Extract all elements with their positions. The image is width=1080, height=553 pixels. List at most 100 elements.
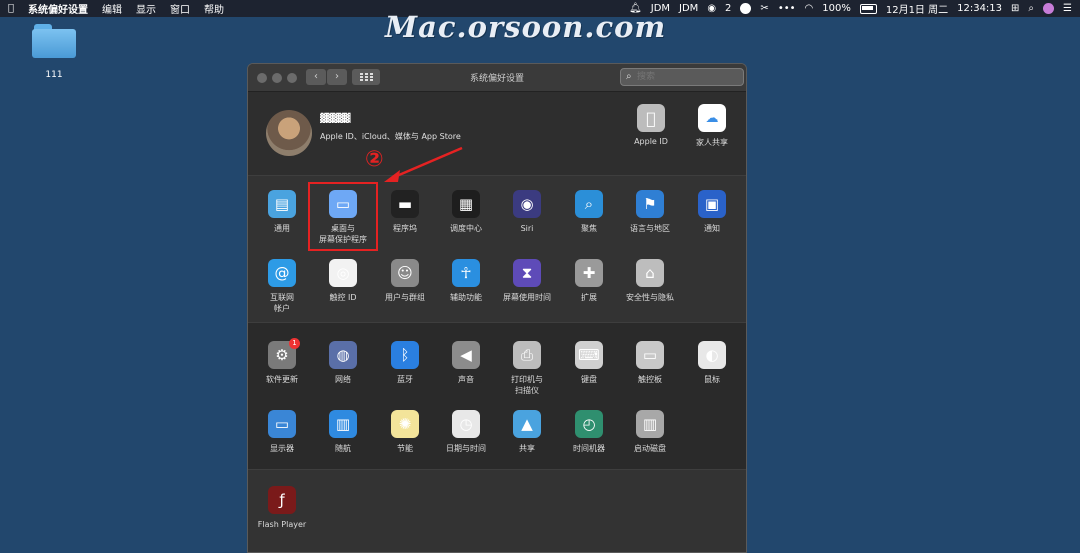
menubar-time[interactable]: 12:34:13: [957, 3, 1002, 14]
apple-menu-icon[interactable]: : [8, 0, 14, 17]
menu-help[interactable]: 帮助: [204, 1, 224, 16]
pane-label: 网络: [335, 375, 351, 384]
pane-label: 键盘: [581, 375, 597, 384]
siri-menu-icon[interactable]: [1043, 3, 1055, 14]
search-input[interactable]: [637, 70, 737, 84]
mission-control-icon: ▦: [452, 190, 480, 218]
pane-label: 屏幕使用时间: [503, 293, 551, 302]
update-badge: 1: [289, 338, 300, 349]
pane-internet-accounts[interactable]: @ 互联网 帐户: [252, 259, 312, 314]
pane-sharing[interactable]: ▲ 共享: [497, 410, 557, 454]
date-time-icon: ◷: [452, 410, 480, 438]
pane-dock[interactable]: ▬ 程序坞: [375, 190, 435, 234]
wechat-count: 2: [725, 3, 732, 14]
pane-extensions[interactable]: ✚ 扩展: [559, 259, 619, 303]
highlight-box: [308, 182, 378, 251]
avatar[interactable]: [266, 110, 312, 156]
pane-mission-control[interactable]: ▦ 调度中心: [436, 190, 496, 234]
pane-bluetooth[interactable]: ᛒ 蓝牙: [375, 341, 435, 385]
keyboard-icon: ⌨: [575, 341, 603, 369]
menu-edit[interactable]: 编辑: [102, 1, 122, 16]
pane-security-privacy[interactable]: ⌂ 安全性与隐私: [620, 259, 680, 303]
pane-label: 时间机器: [573, 444, 605, 453]
pane-label: 触控 ID: [329, 293, 357, 302]
family-sharing-label: 家人共享: [696, 138, 728, 147]
mouse-icon: ◐: [698, 341, 726, 369]
pane-mouse[interactable]: ◐ 鼠标: [682, 341, 742, 385]
pane-screen-time[interactable]: ⧗ 屏幕使用时间: [497, 259, 557, 303]
pane-label: 聚焦: [581, 224, 597, 233]
pane-language-region[interactable]: ⚑ 语言与地区: [620, 190, 680, 234]
status-app-icon[interactable]: [740, 3, 752, 14]
pane-flash-player[interactable]: ƒ Flash Player: [252, 486, 312, 530]
more-dots-icon[interactable]: •••: [778, 0, 796, 17]
menu-view[interactable]: 显示: [136, 1, 156, 16]
input-method-icon[interactable]: ⊞: [1011, 0, 1019, 17]
folder-icon: [32, 24, 76, 58]
energy-saver-icon: ✺: [391, 410, 419, 438]
pane-label: 通知: [704, 224, 720, 233]
pane-sidecar[interactable]: ▥ 随航: [313, 410, 373, 454]
pane-label: 辅助功能: [450, 293, 482, 302]
account-name: ▓▓▓▓▓: [320, 114, 351, 124]
pane-notifications[interactable]: ▣ 通知: [682, 190, 742, 234]
pane-label: 用户与群组: [385, 293, 425, 302]
pane-label: 程序坞: [393, 224, 417, 233]
wifi-icon[interactable]: ◠: [805, 0, 814, 17]
hardware-panes-section: ⚙ 1 软件更新 ◍ 网络 ᛒ 蓝牙 ◀ 声音 ⎙ 打印机与 扫描仪 ⌨ 键盘 ▭ 触控板 ◐ 鼠标 ▭ 显示器 ▥ 随…: [248, 322, 746, 469]
app-menu[interactable]: 系统偏好设置: [28, 1, 88, 16]
pane-label: Siri: [520, 224, 534, 233]
accessibility-icon: ☥: [452, 259, 480, 287]
jdm-status-2[interactable]: JDM: [679, 3, 698, 14]
system-preferences-window: ‹ › 系统偏好设置 ⌕ ▓▓▓▓▓ Apple ID、iCloud、媒体与 A…: [247, 63, 747, 553]
pane-general[interactable]: ▤ 通用: [252, 190, 312, 234]
family-sharing-pane[interactable]: ☁ 家人共享: [687, 104, 737, 148]
account-section: ▓▓▓▓▓ Apple ID、iCloud、媒体与 App Store  Ap…: [248, 92, 746, 162]
pane-energy-saver[interactable]: ✺ 节能: [375, 410, 435, 454]
pane-displays[interactable]: ▭ 显示器: [252, 410, 312, 454]
pane-spotlight[interactable]: ⌕ 聚焦: [559, 190, 619, 234]
pane-network[interactable]: ◍ 网络: [313, 341, 373, 385]
language-region-icon: ⚑: [636, 190, 664, 218]
pane-software-update[interactable]: ⚙ 1 软件更新: [252, 338, 312, 385]
folder-label: 111: [45, 70, 63, 80]
network-icon: ◍: [329, 341, 357, 369]
control-center-icon[interactable]: ☰: [1063, 0, 1072, 17]
scissors-icon[interactable]: ✂: [760, 0, 768, 17]
pane-label: 通用: [274, 224, 290, 233]
spotlight-menu-icon[interactable]: ⌕: [1028, 0, 1034, 17]
pane-startup-disk[interactable]: ▥ 启动磁盘: [620, 410, 680, 454]
users-groups-icon: ☺: [391, 259, 419, 287]
siri-icon: ◉: [513, 190, 541, 218]
trackpad-icon: ▭: [636, 341, 664, 369]
pane-date-time[interactable]: ◷ 日期与时间: [436, 410, 496, 454]
internet-accounts-icon: @: [268, 259, 296, 287]
printers-scanners-icon: ⎙: [513, 341, 541, 369]
general-icon: ▤: [268, 190, 296, 218]
pane-users-groups[interactable]: ☺ 用户与群组: [375, 259, 435, 303]
pane-time-machine[interactable]: ◴ 时间机器: [559, 410, 619, 454]
pane-touch-id[interactable]: ◎ 触控 ID: [313, 259, 373, 303]
pane-trackpad[interactable]: ▭ 触控板: [620, 341, 680, 385]
apple-id-label: Apple ID: [634, 137, 668, 146]
apple-id-pane[interactable]:  Apple ID: [626, 104, 676, 146]
battery-icon[interactable]: [859, 3, 877, 14]
pane-printers-scanners[interactable]: ⎙ 打印机与 扫描仪: [497, 341, 557, 396]
pane-siri[interactable]: ◉ Siri: [497, 190, 557, 234]
pane-label: 打印机与 扫描仪: [511, 375, 543, 395]
menubar-date[interactable]: 12月1日 周二: [886, 1, 948, 16]
security-privacy-icon: ⌂: [636, 259, 664, 287]
pane-keyboard[interactable]: ⌨ 键盘: [559, 341, 619, 385]
menu-window[interactable]: 窗口: [170, 1, 190, 16]
pane-label: 软件更新: [266, 375, 298, 384]
annotation-arrow: [384, 146, 463, 182]
desktop-folder[interactable]: 111: [28, 24, 80, 80]
search-icon: ⌕: [626, 71, 632, 82]
search-field[interactable]: ⌕: [620, 68, 744, 86]
displays-icon: ▭: [268, 410, 296, 438]
pane-accessibility[interactable]: ☥ 辅助功能: [436, 259, 496, 303]
pane-label: 鼠标: [704, 375, 720, 384]
pane-label: 调度中心: [450, 224, 482, 233]
wechat-icon[interactable]: ◉: [707, 0, 716, 17]
pane-sound[interactable]: ◀ 声音: [436, 341, 496, 385]
